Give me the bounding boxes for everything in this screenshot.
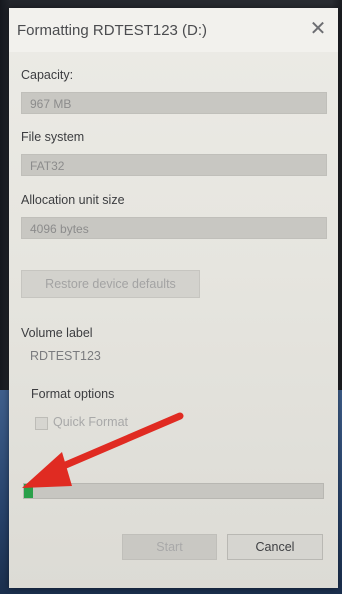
arrow-head	[22, 452, 72, 488]
arrow-shaft	[50, 412, 184, 474]
red-arrow-annotation	[22, 412, 184, 488]
